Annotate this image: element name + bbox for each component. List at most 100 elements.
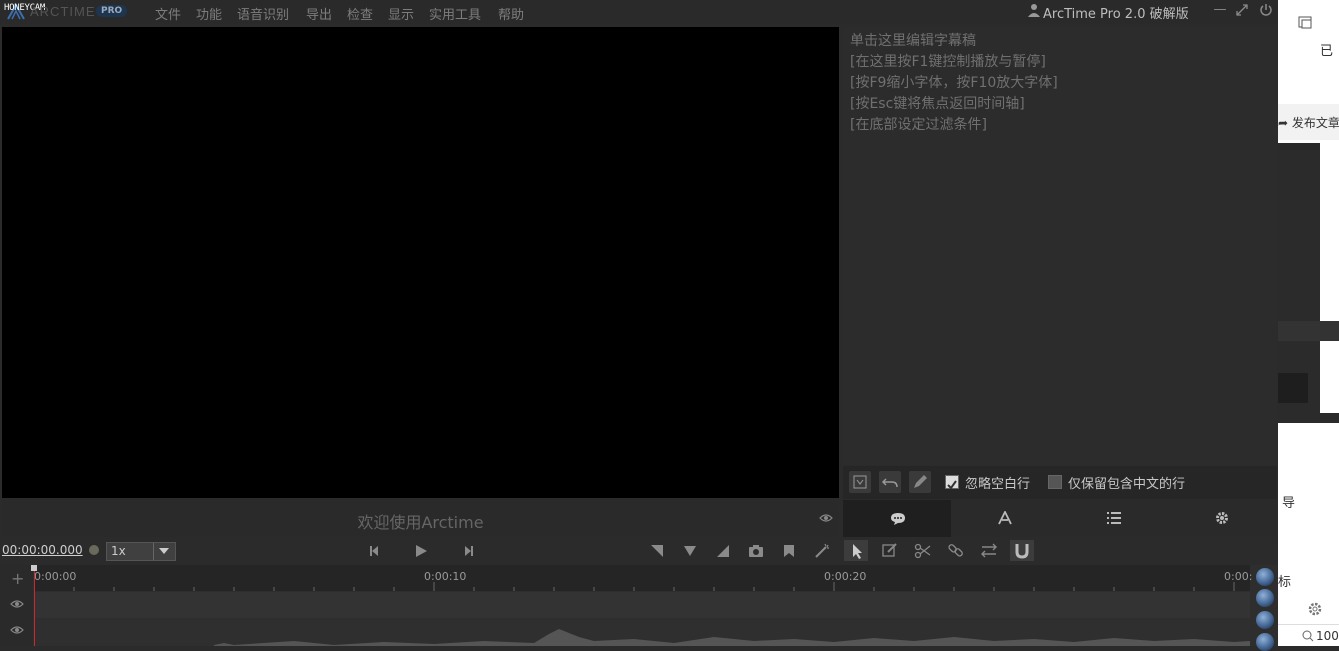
bg-panel-row — [1278, 321, 1339, 341]
globe-icon[interactable] — [1256, 568, 1274, 586]
globe-icon[interactable] — [1256, 633, 1274, 651]
ignore-empty-checkbox[interactable] — [945, 475, 959, 490]
pencil-icon — [914, 475, 927, 488]
maximize-icon[interactable] — [1236, 4, 1252, 20]
link-icon — [948, 544, 963, 557]
panel-tabs — [843, 500, 1277, 537]
keep-chinese-label: 仅保留包含中文的行 — [1068, 477, 1186, 492]
bg-text: 标 — [1278, 575, 1292, 590]
bg-panel-row — [1278, 373, 1308, 403]
bg-zoom-value: 100 — [1316, 629, 1339, 643]
scissors-icon — [914, 543, 931, 559]
eye-icon[interactable] — [819, 511, 833, 525]
video-preview[interactable] — [2, 27, 839, 498]
eye-icon[interactable] — [10, 598, 24, 610]
settings-icon — [1308, 602, 1322, 616]
bg-publish-link: ➦ 发布文章 — [1278, 116, 1339, 130]
power-icon[interactable] — [1259, 3, 1275, 19]
menu-check[interactable]: 检查 — [347, 4, 373, 23]
tab-list[interactable] — [1059, 500, 1167, 537]
transport-bar: 00:00:00.000 1x — [0, 539, 1278, 563]
ruler-label: 0:00:20 — [824, 570, 867, 583]
subtitle-hint: [按Esc键将焦点返回时间轴] — [850, 96, 1025, 112]
menu-file[interactable]: 文件 — [155, 4, 181, 23]
ruler-label: 0:00:00 — [34, 570, 77, 583]
ruler-ticks — [34, 582, 1235, 591]
globe-icon[interactable] — [1256, 589, 1274, 607]
time-ruler[interactable]: 0:00:00 0:00:10 0:00:20 0:00: — [34, 565, 1253, 591]
bg-text: 导 — [1282, 496, 1296, 511]
bg-toolbar: ➦ 发布文章 — [1278, 104, 1339, 140]
dropdown-box-icon — [853, 475, 867, 489]
menu-display[interactable]: 显示 — [388, 4, 414, 23]
mark-out-icon[interactable] — [713, 542, 733, 560]
add-track-icon[interactable]: + — [11, 569, 24, 588]
mark-down-icon[interactable] — [680, 542, 700, 560]
link-tool-button[interactable] — [944, 540, 968, 561]
magic-wand-icon[interactable] — [812, 542, 832, 560]
subtitle-track[interactable] — [34, 592, 1250, 618]
timecode[interactable]: 00:00:00.000 — [2, 543, 83, 557]
checkmark-icon — [947, 480, 957, 490]
speed-divider — [153, 543, 154, 560]
ruler-label: 0:00: — [1224, 570, 1253, 583]
user-icon — [1028, 4, 1040, 17]
subtitle-editor[interactable]: 单击这里编辑字幕稿 [在这里按F1键控制播放与暂停] [按F9缩小字体，按F10… — [843, 27, 1277, 465]
playhead[interactable] — [34, 565, 35, 646]
speed-select[interactable]: 1x — [106, 542, 176, 561]
speed-value: 1x — [111, 544, 126, 558]
bg-white-column — [1320, 143, 1339, 413]
ruler-label: 0:00:10 — [424, 570, 467, 583]
track-controls: + — [0, 565, 33, 646]
edit-tool-button[interactable] — [878, 540, 902, 561]
globe-icon[interactable] — [1256, 611, 1274, 629]
swap-icon — [981, 543, 997, 558]
gear-icon — [1216, 512, 1228, 524]
camera-icon[interactable] — [746, 542, 766, 560]
next-icon[interactable] — [459, 542, 479, 560]
eye-icon[interactable] — [10, 624, 24, 636]
background-window: 已 ➦ 发布文章 导 标 100 — [1278, 0, 1339, 646]
menu-tools[interactable]: 实用工具 — [429, 4, 481, 23]
menu-export[interactable]: 导出 — [306, 4, 332, 23]
playhead-handle[interactable] — [31, 565, 37, 571]
select-tool-button[interactable] — [844, 540, 868, 561]
tab-font[interactable] — [951, 500, 1059, 537]
menu-speech-recognition[interactable]: 语音识别 — [237, 4, 289, 23]
mark-in-icon[interactable] — [647, 542, 667, 560]
list-icon — [1107, 512, 1121, 524]
tab-subtitles[interactable] — [843, 500, 951, 537]
subtitle-toolbar: 忽略空白行 仅保留包含中文的行 — [843, 466, 1277, 499]
undo-icon — [881, 478, 898, 488]
keep-chinese-checkbox[interactable] — [1048, 475, 1062, 489]
ignore-empty-label: 忽略空白行 — [965, 477, 1031, 492]
play-icon[interactable] — [411, 542, 431, 560]
pointer-icon — [853, 544, 862, 559]
bg-dark-panel — [1278, 143, 1339, 423]
edit-button[interactable] — [909, 471, 931, 493]
pro-badge: PRO — [96, 5, 128, 17]
previous-icon[interactable] — [364, 542, 384, 560]
bg-text: 已 — [1320, 44, 1334, 59]
chat-icon — [891, 513, 905, 525]
cut-tool-button[interactable] — [911, 540, 935, 561]
window-icon — [1298, 16, 1312, 29]
swap-tool-button[interactable] — [977, 540, 1001, 561]
bookmark-icon[interactable] — [779, 542, 799, 560]
title-bar: HONEYCAM ARCTIME PRO 文件 功能 语音识别 导出 检查 显示… — [0, 0, 1278, 24]
menu-help[interactable]: 帮助 — [498, 4, 524, 23]
minimize-icon[interactable]: — — [1212, 2, 1228, 18]
audio-track[interactable] — [34, 619, 1250, 646]
subtitle-hint: [在这里按F1键控制播放与暂停] — [850, 54, 1046, 70]
undo-button[interactable] — [879, 471, 901, 493]
magnet-tool-button[interactable] — [1010, 540, 1034, 561]
subtitle-hint: [按F9缩小字体，按F10放大字体] — [850, 75, 1058, 91]
tab-settings[interactable] — [1167, 500, 1275, 537]
welcome-text: 欢迎使用Arctime — [357, 513, 484, 532]
timeline[interactable]: + 0:00:00 0:00:10 0:00:20 0:00: — [0, 565, 1278, 651]
app-logo-text: ARCTIME — [30, 4, 96, 19]
search-icon — [1302, 630, 1314, 642]
subtitle-hint: [在底部设定过滤条件] — [850, 117, 987, 133]
collapse-button[interactable] — [849, 471, 871, 493]
menu-function[interactable]: 功能 — [196, 4, 222, 23]
